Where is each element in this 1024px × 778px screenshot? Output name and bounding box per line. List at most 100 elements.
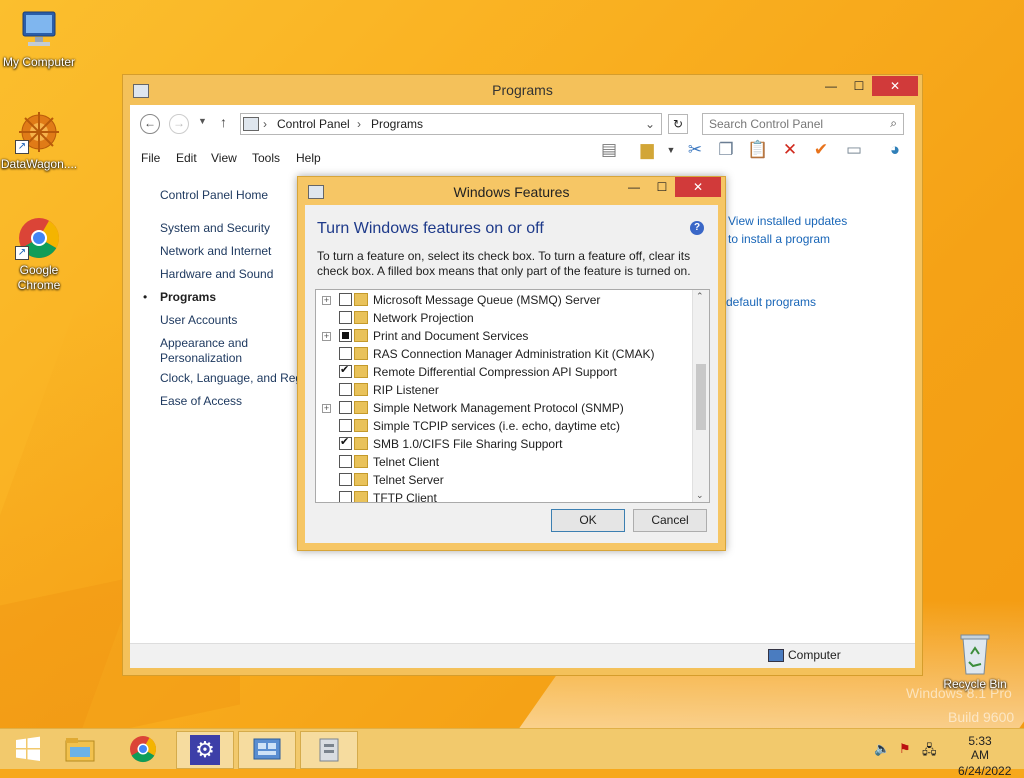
desktop-icon-my-computer[interactable]: My Computer <box>0 8 78 70</box>
feature-label: RAS Connection Manager Administration Ki… <box>373 347 655 361</box>
recent-pages-dropdown-icon[interactable]: ▼ <box>198 116 207 126</box>
help-icon[interactable]: ? <box>690 221 704 235</box>
menu-help[interactable]: Help <box>296 151 321 165</box>
sidebar-control-panel-home[interactable]: Control Panel Home <box>160 188 268 202</box>
sidebar-programs[interactable]: Programs <box>160 290 216 304</box>
feature-checkbox[interactable] <box>339 363 352 378</box>
address-dropdown-icon[interactable]: ⌄ <box>645 117 655 131</box>
features-tree[interactable]: TFTP Client Telnet Server Telnet Client SMB… <box>315 289 710 503</box>
sidebar-network-and-internet[interactable]: Network and Internet <box>160 244 271 258</box>
clock[interactable]: 5:33 AM 6/24/2022 <box>958 734 1011 778</box>
feature-checkbox[interactable] <box>339 329 352 342</box>
start-windows-logo-icon[interactable] <box>0 731 56 767</box>
feature-checkbox[interactable] <box>339 473 352 486</box>
expand-icon[interactable]: + <box>322 296 331 305</box>
feature-row[interactable]: + Print and Document Services <box>316 327 691 345</box>
breadcrumb-programs[interactable]: Programs <box>371 117 423 131</box>
delete-icon[interactable]: ✕ <box>779 139 801 161</box>
desktop-icon-recycle-bin[interactable]: Recycle Bin <box>936 630 1014 692</box>
view-installed-updates-link[interactable]: View installed updates <box>728 214 847 228</box>
cut-icon[interactable]: ✂ <box>684 139 706 161</box>
properties-icon[interactable]: ▭ <box>843 139 865 161</box>
sidebar-personalization[interactable]: Personalization <box>160 351 242 365</box>
network-icon[interactable]: 🖧 <box>922 741 937 763</box>
expand-icon[interactable]: + <box>322 332 331 341</box>
ok-button[interactable]: OK <box>551 509 625 532</box>
feature-checkbox[interactable] <box>339 419 352 432</box>
action-center-flag-icon[interactable]: ⚑ <box>899 741 911 757</box>
scroll-down-icon[interactable]: ⌄ <box>696 490 704 501</box>
feature-row[interactable]: TFTP Client <box>316 489 691 502</box>
cancel-button[interactable]: Cancel <box>633 509 707 532</box>
feature-row[interactable]: + Simple Network Management Protocol (SNM… <box>316 399 691 417</box>
close-button[interactable]: ✕ <box>872 76 918 96</box>
breadcrumb-control-panel[interactable]: Control Panel <box>277 117 350 131</box>
menu-tools[interactable]: Tools <box>252 151 280 165</box>
feature-row[interactable]: Telnet Server <box>316 471 691 489</box>
feature-row[interactable]: SMB 1.0/CIFS File Sharing Support <box>316 435 691 453</box>
expand-icon[interactable]: + <box>322 404 331 413</box>
search-input[interactable]: Search Control Panel ⌕ <box>702 113 904 135</box>
copy-icon[interactable]: ❐ <box>715 139 737 161</box>
search-icon[interactable]: ⌕ <box>890 116 897 131</box>
dialog-minimize-button[interactable]: — <box>620 177 648 197</box>
scroll-up-icon[interactable]: ⌃ <box>696 291 704 302</box>
dialog-maximize-button[interactable]: ☐ <box>648 177 676 197</box>
menu-view[interactable]: View <box>211 151 237 165</box>
sidebar-system-and-security[interactable]: System and Security <box>160 221 270 235</box>
vertical-scrollbar[interactable]: ⌃ ⌄ <box>692 290 709 502</box>
chrome-taskbar-icon[interactable] <box>115 731 171 767</box>
control-panel-taskbar-icon[interactable] <box>238 731 296 769</box>
sidebar-clock-language-region[interactable]: Clock, Language, and Reg <box>160 371 302 385</box>
back-arrow-icon[interactable]: ← <box>140 114 160 134</box>
menu-file[interactable]: File <box>141 151 160 165</box>
default-programs-link[interactable]: default programs <box>726 295 816 309</box>
window-titlebar[interactable]: Programs — ☐ ✕ <box>123 75 922 105</box>
feature-checkbox[interactable] <box>339 293 352 306</box>
desktop-icon-datawagon[interactable]: ↗ DataWagon.... <box>0 110 78 172</box>
install-program-link[interactable]: to install a program <box>728 232 830 246</box>
feature-row[interactable]: + Microsoft Message Queue (MSMQ) Server <box>316 291 691 309</box>
sidebar-ease-of-access[interactable]: Ease of Access <box>160 394 242 408</box>
feature-checkbox[interactable] <box>339 455 352 468</box>
feature-row[interactable]: Network Projection <box>316 309 691 327</box>
folder-icon <box>354 437 368 450</box>
sidebar-appearance[interactable]: Appearance and <box>160 336 248 350</box>
checkmark-icon[interactable]: ✔ <box>810 139 832 161</box>
feature-checkbox[interactable] <box>339 347 352 360</box>
file-explorer-icon[interactable] <box>52 731 108 767</box>
dialog-titlebar[interactable]: Windows Features — ☐ ✕ <box>298 177 725 205</box>
desktop-icon-label: DataWagon.... <box>0 157 78 171</box>
feature-row[interactable]: Simple TCPIP services (i.e. echo, daytim… <box>316 417 691 435</box>
feature-row[interactable]: RIP Listener <box>316 381 691 399</box>
dialog-close-button[interactable]: ✕ <box>675 177 721 197</box>
feature-checkbox[interactable] <box>339 435 352 450</box>
forward-arrow-icon[interactable]: → <box>169 114 189 134</box>
layout-pane-icon[interactable]: ▤ <box>598 139 620 161</box>
sidebar-user-accounts[interactable]: User Accounts <box>160 313 237 327</box>
scrollbar-thumb[interactable] <box>696 364 706 430</box>
settings-gear-taskbar-icon[interactable]: ⚙ <box>176 731 234 769</box>
sidebar-hardware-and-sound[interactable]: Hardware and Sound <box>160 267 273 281</box>
feature-checkbox[interactable] <box>339 491 352 502</box>
feature-checkbox[interactable] <box>339 311 352 324</box>
minimize-button[interactable]: — <box>817 76 845 96</box>
feature-row[interactable]: RAS Connection Manager Administration Ki… <box>316 345 691 363</box>
up-arrow-icon[interactable]: ↑ <box>220 114 227 130</box>
maximize-button[interactable]: ☐ <box>845 76 873 96</box>
feature-row[interactable]: Remote Differential Compression API Supp… <box>316 363 691 381</box>
folder-check-icon[interactable]: ▆ <box>636 139 658 161</box>
windows-features-taskbar-icon[interactable] <box>300 731 358 769</box>
feature-checkbox[interactable] <box>339 401 352 414</box>
feature-checkbox[interactable] <box>339 383 352 396</box>
globe-icon[interactable]: ◕ <box>884 139 906 161</box>
volume-muted-icon[interactable]: 🔈 <box>874 741 890 757</box>
feature-row[interactable]: Telnet Client <box>316 453 691 471</box>
toolbar-dropdown-icon[interactable]: ▼ <box>660 139 682 161</box>
folder-icon <box>354 365 368 378</box>
address-bar[interactable]: › Control Panel › Programs ⌄ <box>240 113 662 135</box>
refresh-icon[interactable]: ↻ <box>668 114 688 134</box>
menu-edit[interactable]: Edit <box>176 151 197 165</box>
desktop-icon-google-chrome[interactable]: ↗ Google Chrome <box>0 216 78 293</box>
paste-icon[interactable]: 📋 <box>747 139 769 161</box>
